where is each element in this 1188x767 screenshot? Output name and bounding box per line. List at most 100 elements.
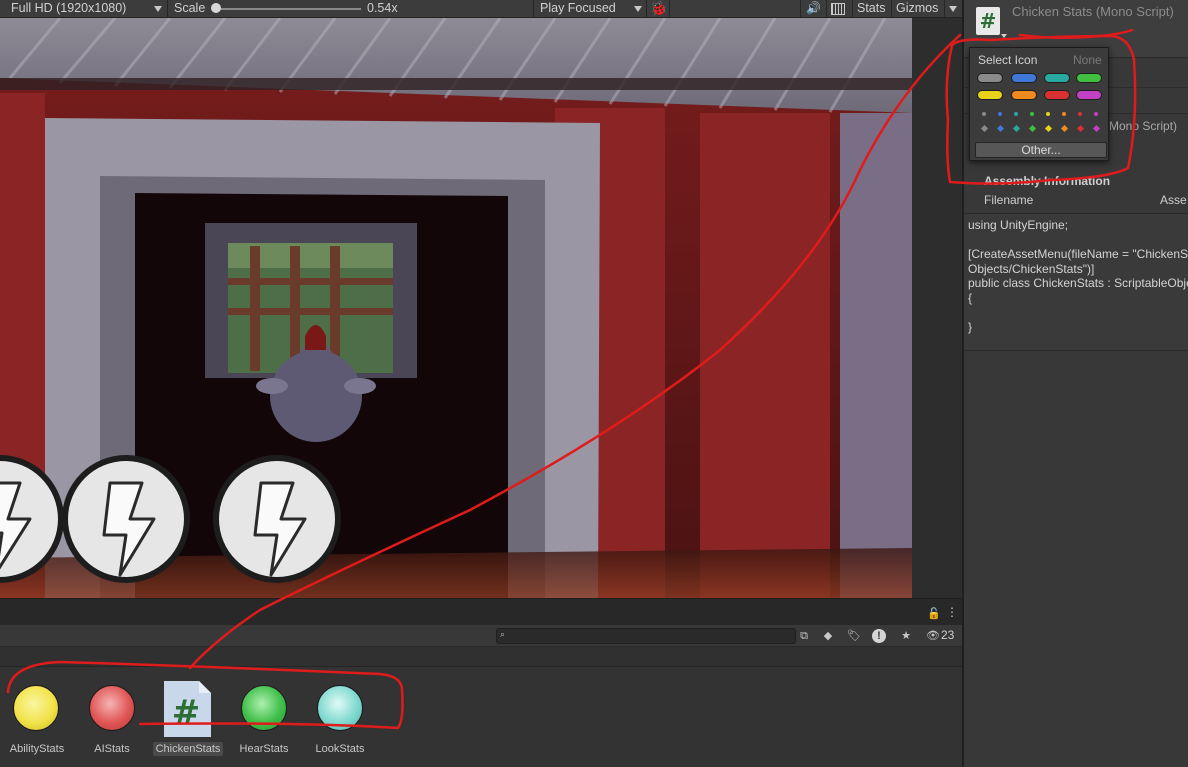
- toolbar-divider: [533, 0, 534, 18]
- asset-tile[interactable]: AIStats: [75, 667, 149, 767]
- blue-label-icon[interactable]: [1011, 73, 1037, 83]
- bug-icon[interactable]: 🐞: [650, 0, 667, 17]
- code-line: using UnityEngine;: [968, 218, 1069, 232]
- orange-dot-icon[interactable]: [1062, 112, 1066, 116]
- code-line: public class ChickenStats : ScriptableOb…: [968, 276, 1188, 290]
- purple-label-icon[interactable]: [1076, 90, 1102, 100]
- yellow-label-icon[interactable]: [977, 90, 1003, 100]
- scale-value: 0.54x: [367, 1, 398, 15]
- scale-slider-thumb[interactable]: [211, 3, 221, 13]
- script-source-preview: using UnityEngine; [CreateAssetMenu(file…: [964, 213, 1188, 351]
- visibility-eye-icon[interactable]: 👁: [926, 628, 940, 644]
- code-line: {: [968, 291, 973, 305]
- scale-slider-track[interactable]: [215, 8, 361, 10]
- game-view-toolbar: Full HD (1920x1080) Scale 0.54x Play Foc…: [0, 0, 962, 18]
- panel-menu-icon[interactable]: ⋮: [946, 605, 958, 619]
- resolution-dropdown-arrow-icon[interactable]: [154, 6, 162, 12]
- inspector-title: Chicken Stats (Mono Script): [1012, 4, 1174, 19]
- game-view-side-strip: [912, 18, 962, 598]
- script-field-value: Mono Script): [1109, 119, 1178, 133]
- toolbar-divider: [167, 0, 168, 18]
- toolbar-divider: [852, 0, 853, 18]
- blue-dot-icon[interactable]: [998, 112, 1002, 116]
- red-gizmo-icon: [89, 685, 135, 731]
- green-diamond-icon[interactable]: [1028, 124, 1037, 133]
- gray-diamond-icon[interactable]: [980, 124, 989, 133]
- log-warning-icon[interactable]: !: [872, 629, 886, 643]
- lightning-icon: [0, 455, 64, 583]
- teal-dot-icon[interactable]: [1014, 112, 1018, 116]
- filter-by-label-icon[interactable]: 🏷: [846, 628, 862, 644]
- keyboard-shortcuts-icon[interactable]: [831, 3, 845, 15]
- purple-diamond-icon[interactable]: [1092, 124, 1101, 133]
- asset-label: HearStats: [239, 743, 289, 755]
- yellow-diamond-icon[interactable]: [1044, 124, 1053, 133]
- orange-label-icon[interactable]: [1011, 90, 1037, 100]
- purple-dot-icon[interactable]: [1094, 112, 1098, 116]
- icon-dropdown-arrow-icon[interactable]: [1001, 34, 1007, 38]
- asset-tile[interactable]: AbilityStats: [0, 667, 74, 767]
- lightning-icon: [62, 455, 190, 583]
- green-dot-icon[interactable]: [1030, 112, 1034, 116]
- script-icon[interactable]: #: [976, 7, 1000, 35]
- filename-label: Filename: [984, 193, 1034, 207]
- toolbar-divider: [669, 0, 670, 18]
- resolution-dropdown[interactable]: Full HD (1920x1080): [11, 0, 126, 17]
- teal-diamond-icon[interactable]: [1012, 124, 1021, 133]
- yellow-gizmo-icon: [13, 685, 59, 731]
- red-dot-icon[interactable]: [1078, 112, 1082, 116]
- orange-diamond-icon[interactable]: [1060, 124, 1069, 133]
- breadcrumb: [0, 647, 962, 667]
- project-search-input[interactable]: ⌕: [496, 628, 796, 644]
- gray-label-icon[interactable]: [977, 73, 1003, 83]
- code-line: [CreateAssetMenu(fileName = "ChickenStat…: [968, 247, 1188, 261]
- other-icon-button[interactable]: Other...: [975, 142, 1107, 158]
- toolbar-divider: [891, 0, 892, 18]
- asset-column-label: Asse: [1160, 193, 1187, 207]
- asset-label: AIStats: [94, 743, 130, 755]
- csharp-script-icon: #: [164, 681, 211, 737]
- lock-icon[interactable]: 🔓: [927, 607, 941, 620]
- toolbar-divider: [646, 0, 647, 18]
- project-asset-grid: AbilityStats AIStats ChickenStats HearSt…: [0, 667, 962, 767]
- asset-label: AbilityStats: [9, 743, 65, 755]
- none-icon-option[interactable]: None: [1073, 53, 1102, 67]
- gizmos-button[interactable]: Gizmos: [896, 0, 938, 17]
- code-line: }: [968, 320, 973, 334]
- asset-label: ChickenStats: [151, 742, 225, 756]
- asset-tile[interactable]: HearStats: [227, 667, 301, 767]
- play-mode-dropdown-arrow-icon[interactable]: [634, 6, 642, 12]
- yellow-dot-icon[interactable]: [1046, 112, 1050, 116]
- popup-title: Select Icon: [978, 53, 1038, 67]
- code-line: Objects/ChickenStats")]: [968, 262, 1095, 276]
- assembly-information-header: Assembly Information: [984, 174, 1111, 188]
- teal-gizmo-icon: [317, 685, 363, 731]
- stats-button[interactable]: Stats: [857, 0, 886, 17]
- asset-label: LookStats: [315, 743, 365, 755]
- red-diamond-icon[interactable]: [1076, 124, 1085, 133]
- gray-dot-icon[interactable]: [982, 112, 986, 116]
- search-icon: ⌕: [500, 629, 506, 639]
- toolbar-divider: [826, 0, 827, 18]
- gizmos-dropdown-arrow-icon[interactable]: [949, 6, 957, 12]
- filter-by-type-icon[interactable]: ◆: [820, 628, 836, 644]
- select-icon-popup: Select Icon None Other...: [969, 47, 1109, 161]
- toolbar-divider: [800, 0, 801, 18]
- play-mode-dropdown[interactable]: Play Focused: [540, 0, 616, 17]
- audio-mute-icon[interactable]: 🔊: [806, 0, 821, 17]
- search-by-scene-icon[interactable]: ⧉: [796, 628, 812, 644]
- red-label-icon[interactable]: [1044, 90, 1070, 100]
- teal-label-icon[interactable]: [1044, 73, 1070, 83]
- project-panel-header: 🔓 ⋮: [0, 598, 962, 625]
- blue-diamond-icon[interactable]: [996, 124, 1005, 133]
- project-toolbar: ⌕ ⧉ ◆ 🏷 ! ★ 👁 23: [0, 625, 962, 647]
- game-view-canvas[interactable]: [0, 18, 962, 598]
- favorites-star-icon[interactable]: ★: [898, 628, 914, 644]
- toolbar-divider: [944, 0, 945, 18]
- lightning-icon: [213, 455, 341, 583]
- svg-text:#: #: [172, 693, 201, 733]
- green-label-icon[interactable]: [1076, 73, 1102, 83]
- asset-tile[interactable]: LookStats: [303, 667, 377, 767]
- ability-hud: [0, 455, 341, 583]
- visibility-count: 23: [941, 628, 955, 642]
